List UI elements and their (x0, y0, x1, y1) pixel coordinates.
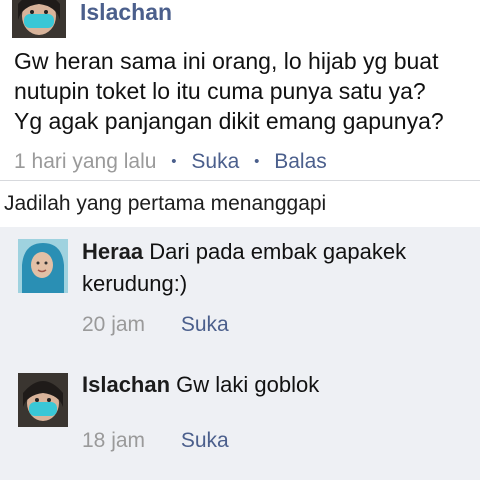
comment-meta: 1 hari yang lalu • Suka • Balas (14, 148, 327, 178)
reply-item: Heraa Dari pada embak gapakek kerudung:)… (0, 227, 480, 347)
reply-item: Islachan Gw laki goblok 18 jam Suka (0, 359, 480, 479)
avatar-hijab-girl-icon (18, 239, 68, 293)
avatar-masked-face-icon (12, 0, 66, 38)
avatar-masked-face-icon (18, 373, 68, 427)
reply-author-name[interactable]: Islachan (82, 372, 170, 397)
comment-author-name[interactable]: Islachan (80, 0, 172, 26)
reply-author-name[interactable]: Heraa (82, 239, 143, 264)
reply-body: Islachan Gw laki goblok (82, 369, 472, 401)
meta-separator: • (254, 153, 260, 170)
comment-line: Gw heran sama ini orang, lo hijab yg bua… (14, 48, 439, 74)
avatar[interactable] (18, 239, 68, 293)
avatar[interactable] (18, 373, 68, 427)
reply-timestamp: 20 jam (82, 313, 146, 336)
meta-separator: • (171, 153, 177, 170)
comment-timestamp: 1 hari yang lalu (14, 150, 157, 173)
comment-thread-screen: Islachan Gw heran sama ini orang, lo hij… (0, 0, 480, 480)
like-button[interactable]: Suka (181, 429, 229, 452)
reply-body: Heraa Dari pada embak gapakek kerudung:) (82, 236, 472, 300)
first-reply-prompt[interactable]: Jadilah yang pertama menanggapi (0, 181, 480, 227)
first-reply-text: Jadilah yang pertama menanggapi (4, 192, 327, 215)
comment-line: nutupin toket lo itu cuma punya satu ya? (14, 78, 426, 104)
like-button[interactable]: Suka (191, 150, 239, 173)
replies-list: Heraa Dari pada embak gapakek kerudung:)… (0, 227, 480, 480)
main-comment: Islachan Gw heran sama ini orang, lo hij… (0, 0, 480, 180)
reply-timestamp: 18 jam (82, 429, 146, 452)
reply-message: Gw laki goblok (176, 372, 320, 397)
comment-body: Gw heran sama ini orang, lo hijab yg bua… (14, 46, 474, 136)
reply-meta: 20 jam Suka (82, 312, 229, 338)
reply-button[interactable]: Balas (274, 150, 327, 173)
comment-line: Yg agak panjangan dikit emang gapunya? (14, 108, 444, 134)
reply-meta: 18 jam Suka (82, 428, 229, 454)
avatar[interactable] (12, 0, 66, 38)
like-button[interactable]: Suka (181, 313, 229, 336)
